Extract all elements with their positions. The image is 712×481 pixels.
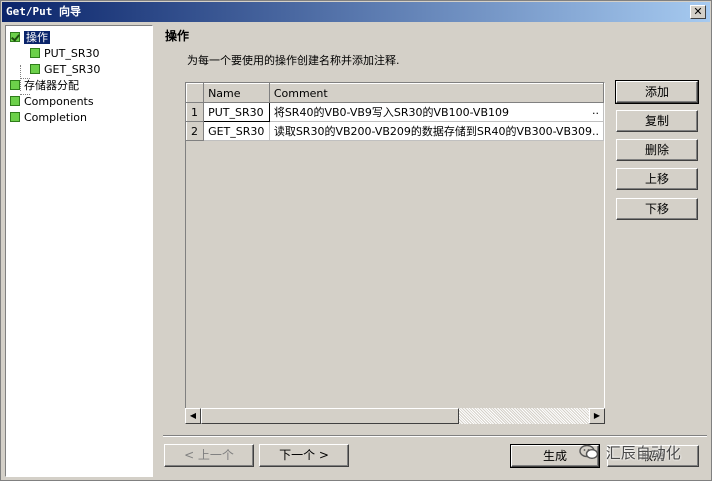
- page-title: 操作: [165, 29, 190, 43]
- tree-item-memory-allocation[interactable]: 存储器分配: [10, 78, 79, 93]
- status-square-icon: [10, 112, 20, 122]
- tree-item-put-sr30[interactable]: PUT_SR30: [30, 46, 100, 61]
- delete-button[interactable]: 删除: [616, 139, 698, 161]
- scroll-right-arrow[interactable]: ▶: [589, 408, 605, 424]
- watermark-text: 汇辰自动化: [605, 444, 681, 462]
- navigation-tree: 操作 PUT_SR30 GET_SR30 存储器分配 Components Co…: [5, 25, 153, 477]
- move-down-button[interactable]: 下移: [616, 198, 698, 220]
- table-row[interactable]: 2 GET_SR30 读取SR30的VB200-VB209的数据存储到SR40的…: [185, 121, 605, 141]
- close-icon: ✕: [693, 5, 703, 18]
- move-up-button[interactable]: 上移: [616, 168, 698, 190]
- name-cell[interactable]: GET_SR30: [203, 121, 270, 141]
- tree-item-label: Completion: [24, 111, 88, 124]
- tree-item-label: 存储器分配: [24, 79, 79, 92]
- scroll-track[interactable]: [459, 408, 589, 424]
- comment-cell[interactable]: 将SR40的VB0-VB9写入SR30的VB100-VB109 ..: [268, 102, 605, 122]
- horizontal-scrollbar[interactable]: ◀ ▶: [185, 408, 605, 424]
- comment-text: 读取SR30的VB200-VB209的数据存储到SR40的VB300-VB309…: [273, 125, 599, 138]
- status-square-icon: [30, 64, 40, 74]
- tree-item-operations[interactable]: 操作: [10, 30, 50, 45]
- copy-button[interactable]: 复制: [616, 110, 698, 132]
- checkmark-icon: [10, 32, 20, 42]
- tree-item-completion[interactable]: Completion: [10, 110, 87, 125]
- tree-item-label: Components: [24, 95, 94, 108]
- row-number[interactable]: 1: [185, 102, 205, 122]
- tree-item-label: PUT_SR30: [44, 47, 100, 60]
- status-square-icon: [30, 48, 40, 58]
- name-cell[interactable]: PUT_SR30: [203, 102, 270, 122]
- status-square-icon: [10, 80, 20, 90]
- comment-ellipsis: ..: [592, 104, 599, 117]
- comment-cell[interactable]: 读取SR30的VB200-VB209的数据存储到SR40的VB300-VB309…: [268, 121, 605, 141]
- add-button[interactable]: 添加: [615, 80, 699, 104]
- page-description: 为每一个要使用的操作创建名称并添加注释.: [187, 54, 400, 67]
- window-title: Get/Put 向导: [6, 5, 81, 18]
- chat-bubble-icon: [579, 444, 599, 460]
- tree-item-label: 操作: [24, 31, 50, 44]
- wizard-window: Get/Put 向导 ✕ 操作 PUT_SR30 GET_SR30 存储器分配 …: [0, 0, 712, 481]
- scroll-thumb[interactable]: [201, 408, 459, 424]
- tree-item-get-sr30[interactable]: GET_SR30: [30, 62, 100, 77]
- watermark: 汇辰自动化: [579, 441, 681, 465]
- table-header-row: Name Comment: [185, 83, 605, 103]
- previous-button[interactable]: < 上一个: [164, 444, 254, 467]
- tree-item-components[interactable]: Components: [10, 94, 94, 109]
- comment-text: 将SR40的VB0-VB9写入SR30的VB100-VB109: [273, 106, 509, 119]
- table-row[interactable]: 1 PUT_SR30 将SR40的VB0-VB9写入SR30的VB100-VB1…: [185, 102, 605, 122]
- title-bar: Get/Put 向导 ✕: [2, 2, 710, 22]
- operations-grid: Name Comment 1 PUT_SR30 将SR40的VB0-VB9写入S…: [185, 82, 605, 409]
- column-header-name[interactable]: Name: [203, 83, 270, 103]
- scroll-left-arrow[interactable]: ◀: [185, 408, 201, 424]
- next-button[interactable]: 下一个 >: [259, 444, 349, 467]
- column-header-comment[interactable]: Comment: [268, 83, 605, 103]
- row-number[interactable]: 2: [185, 121, 205, 141]
- close-button[interactable]: ✕: [690, 5, 706, 19]
- status-square-icon: [10, 96, 20, 106]
- tree-item-label: GET_SR30: [44, 63, 101, 76]
- footer-divider: [163, 435, 707, 437]
- corner-header: [185, 83, 205, 103]
